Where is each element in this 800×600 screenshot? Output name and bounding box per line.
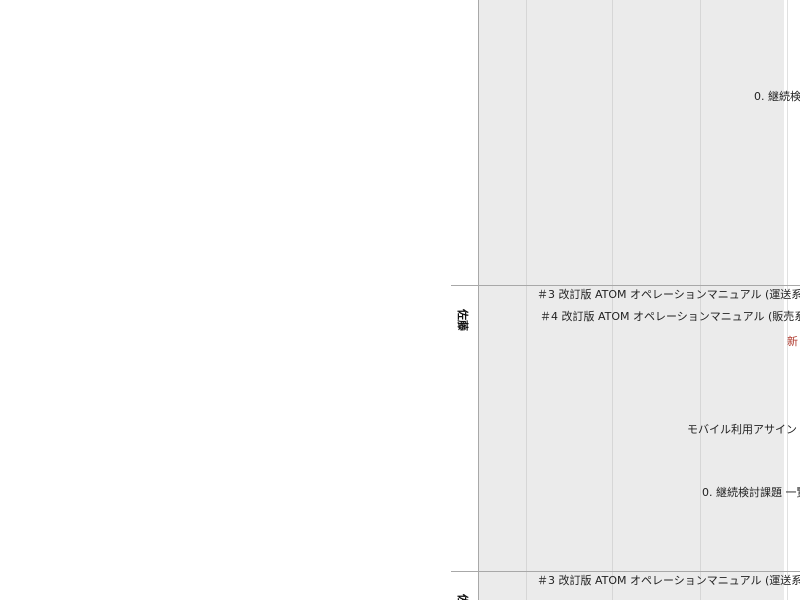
- task-label[interactable]: 新: [787, 335, 798, 348]
- task-label[interactable]: ＃4 改訂版 ATOM オペレーションマニュアル (販売系機: [540, 310, 800, 323]
- task-label[interactable]: 0. 継続検: [754, 90, 800, 103]
- task-label[interactable]: ＃3 改訂版 ATOM オペレーションマニュアル (運送系機: [537, 288, 800, 301]
- task-label[interactable]: 0. 継続検討課題 一覧: [702, 486, 800, 499]
- row-label-axis: [478, 0, 479, 600]
- row-label-assignee: 佐藤: [456, 309, 469, 331]
- task-label[interactable]: モバイル利用アサイン: [687, 423, 797, 436]
- task-label[interactable]: ＃3 改訂版 ATOM オペレーションマニュアル (運送系機: [537, 574, 800, 587]
- column-divider: [526, 0, 527, 600]
- gantt-chart-view: 0. 継続検 佐藤 ＃3 改訂版 ATOM オペレーションマニュアル (運送系機…: [0, 0, 800, 600]
- row-separator: [451, 571, 800, 572]
- row-label-assignee: 佐: [456, 594, 469, 600]
- row-separator: [451, 285, 800, 286]
